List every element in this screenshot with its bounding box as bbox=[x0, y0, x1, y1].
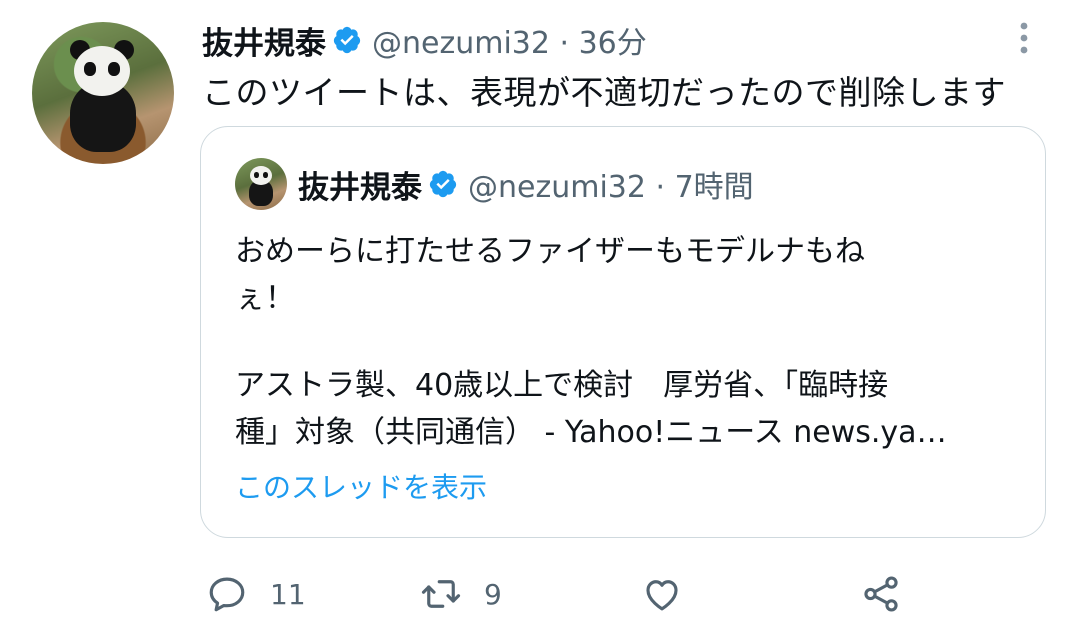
reply-button[interactable]: 11 bbox=[206, 566, 306, 622]
tweet-action-bar: 11 9 bbox=[0, 566, 1080, 622]
quoted-tweet-text: おめーらに打たせるファイザーもモデルナもね ぇ！ アストラ製、40歳以上で検討 … bbox=[235, 228, 1025, 456]
quoted-author-avatar bbox=[235, 158, 287, 210]
verified-badge-icon bbox=[333, 26, 361, 54]
quoted-text-line: アストラ製、40歳以上で検討 厚労省、「臨時接 bbox=[235, 368, 889, 403]
tweet-text: このツイートは、表現が不適切だったので削除します bbox=[202, 73, 1006, 112]
panda-eye-right bbox=[108, 62, 120, 76]
author-name[interactable]: 抜井規泰 bbox=[202, 18, 326, 63]
quoted-text-line: 種」対象（共同通信） - Yahoo!ニュース news.ya… bbox=[235, 415, 947, 450]
share-button[interactable] bbox=[860, 566, 902, 622]
quoted-author-name: 抜井規泰 bbox=[298, 169, 422, 206]
quoted-tweet-header: 抜井規泰 @nezumi32 · 7時間 bbox=[298, 160, 754, 208]
share-icon bbox=[864, 576, 898, 612]
like-button[interactable] bbox=[641, 566, 683, 622]
panda-eye-left bbox=[254, 172, 259, 178]
retweet-count: 9 bbox=[484, 577, 502, 611]
author-avatar[interactable] bbox=[32, 22, 174, 164]
more-options-icon[interactable] bbox=[1014, 18, 1034, 58]
verified-badge-icon bbox=[429, 170, 457, 198]
reply-count: 11 bbox=[270, 577, 306, 611]
reply-icon bbox=[209, 577, 245, 612]
quoted-handle-and-time: @nezumi32 · 7時間 bbox=[468, 170, 754, 205]
show-thread-link[interactable]: このスレッドを表示 bbox=[235, 466, 487, 506]
panda-head bbox=[74, 46, 130, 96]
panda-eye-right bbox=[263, 172, 268, 178]
retweet-icon bbox=[421, 580, 461, 608]
quoted-text-line: おめーらに打たせるファイザーもモデルナもね bbox=[235, 234, 865, 269]
quoted-text-line: ぇ！ bbox=[235, 281, 295, 316]
tweet-header: 抜井規泰 @nezumi32 · 36分 bbox=[202, 16, 647, 64]
heart-icon bbox=[646, 580, 678, 611]
handle-and-time: @nezumi32 · 36分 bbox=[372, 26, 647, 61]
retweet-button[interactable]: 9 bbox=[420, 566, 502, 622]
panda-eye-left bbox=[84, 62, 96, 76]
